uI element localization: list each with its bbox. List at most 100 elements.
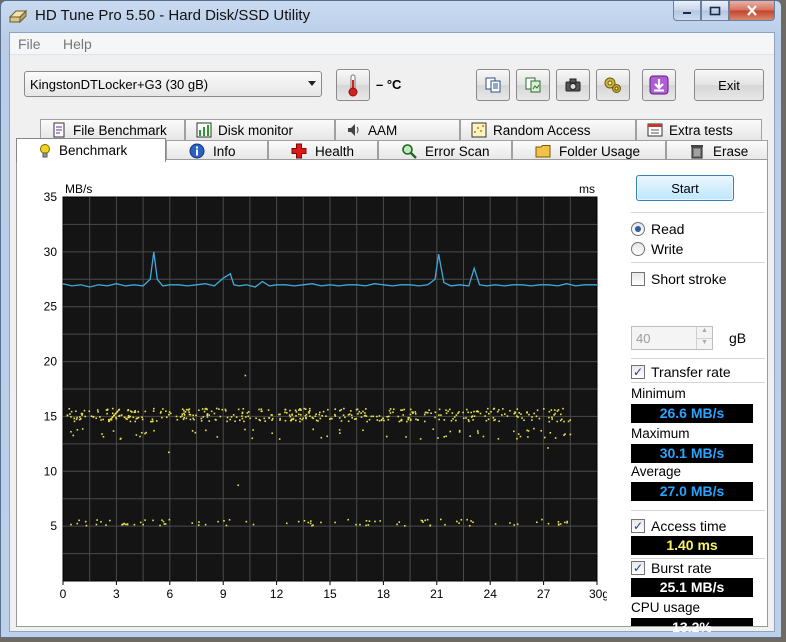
short-stroke-checkbox[interactable] xyxy=(631,272,645,286)
access-time-point xyxy=(134,420,137,423)
access-time-point xyxy=(383,419,385,422)
read-radio-row[interactable]: Read xyxy=(631,220,684,238)
access-time-point xyxy=(553,409,556,411)
short-stroke-unit: gB xyxy=(729,330,747,346)
access-time-point xyxy=(110,418,113,421)
tab-file-benchmark[interactable]: File Benchmark xyxy=(40,119,185,140)
access-time-point xyxy=(271,417,274,420)
access-time-point xyxy=(351,416,353,419)
access-time-point xyxy=(455,419,457,422)
short-stroke-spinner[interactable]: 40 ▲ ▼ xyxy=(631,326,713,350)
access-time-point xyxy=(389,408,392,410)
access-time-point xyxy=(203,410,206,413)
access-time-point xyxy=(145,431,147,434)
access-time-point xyxy=(192,414,194,417)
start-button[interactable]: Start xyxy=(636,175,734,201)
close-button[interactable] xyxy=(729,1,775,21)
access-time-point xyxy=(358,410,361,413)
access-time-point xyxy=(485,419,488,422)
access-time-point xyxy=(477,432,479,434)
access-time-point xyxy=(294,409,297,412)
access-time-point xyxy=(127,414,130,417)
temperature-button[interactable] xyxy=(336,69,370,101)
access-time-point xyxy=(308,410,311,412)
access-time-point xyxy=(472,419,474,421)
access-time-row[interactable]: ✓ Access time xyxy=(631,517,726,535)
access-time-point xyxy=(560,418,563,421)
access-time-point xyxy=(100,419,102,421)
access-time-point xyxy=(155,420,158,422)
access-time-point xyxy=(151,418,154,420)
access-time-point xyxy=(152,410,155,412)
transfer-rate-checkbox[interactable]: ✓ xyxy=(631,365,645,379)
write-radio[interactable] xyxy=(631,242,645,256)
copy-screenshot-button[interactable] xyxy=(516,69,550,101)
spin-down-icon[interactable]: ▼ xyxy=(696,338,712,349)
tab-benchmark[interactable]: Benchmark xyxy=(16,138,166,162)
access-time-point xyxy=(289,415,292,418)
access-time-point xyxy=(70,410,73,413)
x-tick-label: 15 xyxy=(323,587,337,601)
access-time-point xyxy=(120,437,122,440)
tab-error-scan[interactable]: Error Scan xyxy=(378,140,512,161)
access-time-point xyxy=(101,433,103,435)
access-time-point xyxy=(434,411,437,414)
tab-random-access[interactable]: Random Access xyxy=(460,119,636,140)
transfer-rate-label: Transfer rate xyxy=(651,364,731,380)
menu-help[interactable]: Help xyxy=(63,36,92,52)
close-icon xyxy=(747,5,757,16)
access-time-point xyxy=(249,417,251,420)
access-time-point xyxy=(401,409,404,411)
access-time-point xyxy=(331,417,333,420)
tab-extra-tests[interactable]: Extra tests xyxy=(636,119,762,140)
transfer-rate-row[interactable]: ✓ Transfer rate xyxy=(631,363,731,381)
tab-info[interactable]: Info xyxy=(166,140,268,161)
access-time-point xyxy=(141,416,143,419)
copy-text-button[interactable] xyxy=(476,69,510,101)
read-radio[interactable] xyxy=(631,222,645,236)
maximize-button[interactable] xyxy=(701,1,729,21)
burst-rate-row[interactable]: ✓ Burst rate xyxy=(631,559,712,577)
short-stroke-value: 40 xyxy=(636,331,651,346)
access-time-point xyxy=(450,419,453,422)
save-button[interactable] xyxy=(642,69,676,101)
menu-file[interactable]: File xyxy=(18,36,41,52)
access-time-point xyxy=(440,414,442,416)
access-time-point xyxy=(320,521,322,524)
tab-erase[interactable]: Erase xyxy=(666,140,768,161)
drive-select[interactable]: KingstonDTLocker+G3 (30 gB) xyxy=(24,71,322,97)
access-time-point xyxy=(340,420,343,422)
access-time-point xyxy=(241,411,244,414)
access-time-point xyxy=(108,418,110,421)
access-time-point xyxy=(392,411,394,414)
burst-rate-checkbox[interactable]: ✓ xyxy=(631,561,645,575)
window-title: HD Tune Pro 5.50 - Hard Disk/SSD Utility xyxy=(35,7,311,24)
tab-aam[interactable]: AAM xyxy=(335,119,460,140)
access-time-point xyxy=(549,431,552,434)
tab-health[interactable]: Health xyxy=(268,140,378,161)
copy-screenshot-icon xyxy=(525,77,541,93)
spin-up-icon[interactable]: ▲ xyxy=(696,327,712,338)
screenshot-button[interactable] xyxy=(556,69,590,101)
access-time-point xyxy=(232,414,235,416)
access-time-point xyxy=(517,416,519,418)
access-time-point xyxy=(338,417,341,419)
access-time-point xyxy=(562,407,564,410)
access-time-point xyxy=(284,419,287,422)
title-bar[interactable]: HD Tune Pro 5.50 - Hard Disk/SSD Utility xyxy=(1,1,781,31)
benchmark-controls: Start Read Write Short stroke 40 ▲ ▼ gB … xyxy=(631,160,767,635)
minimize-button[interactable] xyxy=(673,1,701,21)
short-stroke-row[interactable]: Short stroke xyxy=(631,270,726,288)
access-time-point xyxy=(102,418,104,421)
access-time-point xyxy=(308,407,311,410)
write-radio-row[interactable]: Write xyxy=(631,240,683,258)
exit-button[interactable]: Exit xyxy=(694,69,764,101)
average-label: Average xyxy=(631,464,682,479)
tab-folder-usage[interactable]: Folder Usage xyxy=(512,140,666,161)
tab-disk-monitor[interactable]: Disk monitor xyxy=(185,119,335,140)
access-time-point xyxy=(153,429,155,432)
access-time-point xyxy=(548,420,551,423)
options-button[interactable] xyxy=(596,69,630,101)
access-time-checkbox[interactable]: ✓ xyxy=(631,519,645,533)
access-time-point xyxy=(260,410,263,413)
